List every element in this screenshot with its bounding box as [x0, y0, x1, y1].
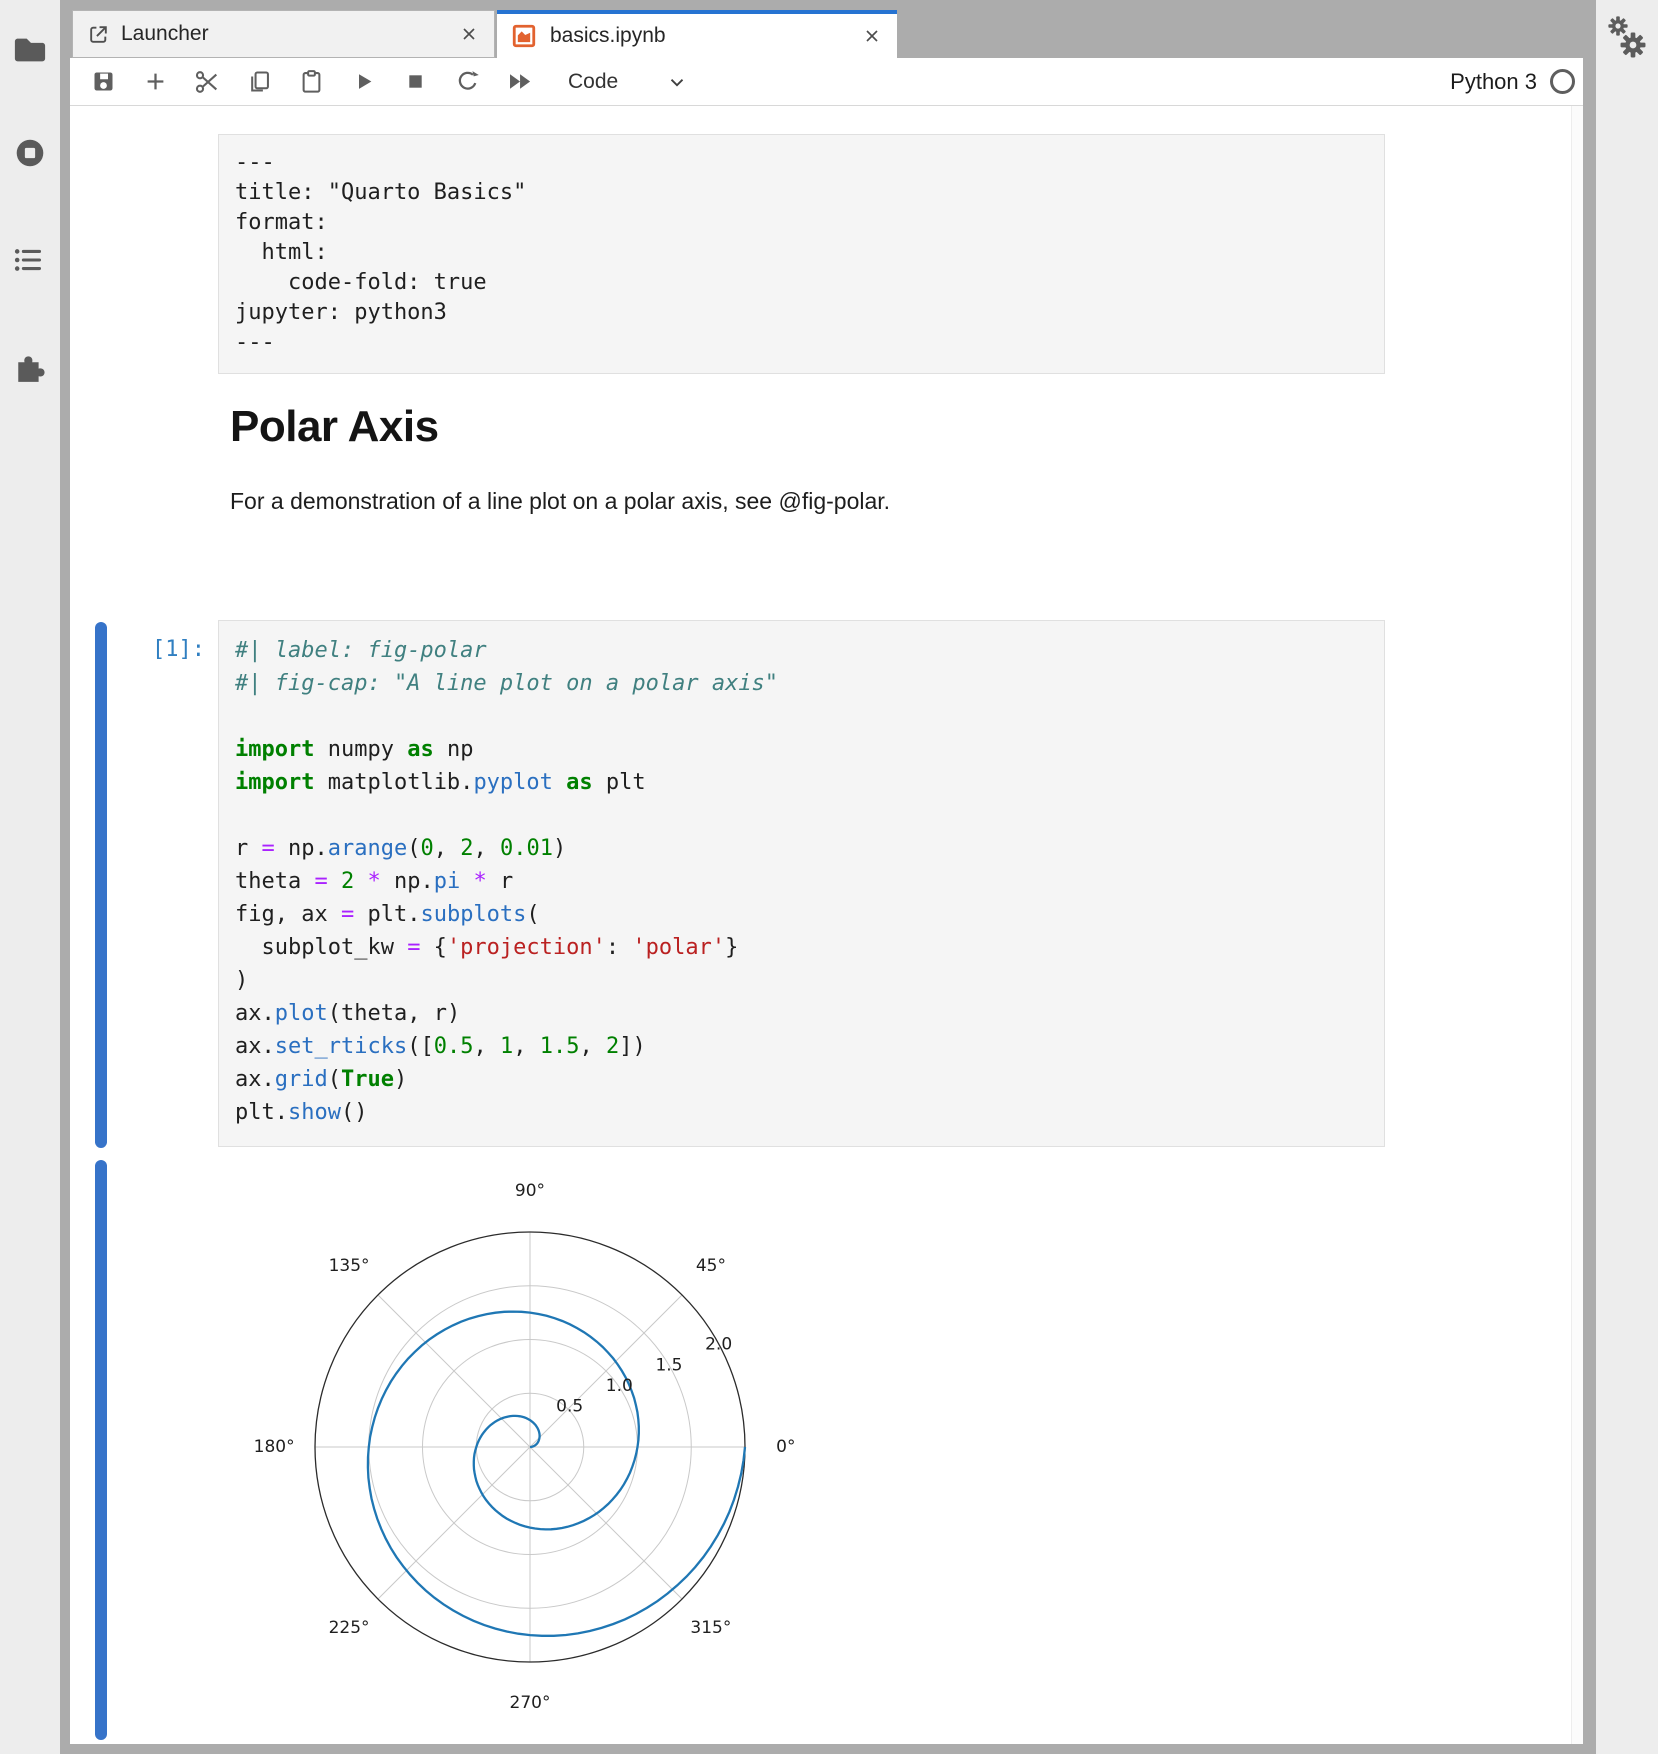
theta-tick-label: 45° — [696, 1256, 726, 1276]
save-button[interactable] — [88, 67, 118, 97]
main-dock-panel: Launcher basics.ipynb — [70, 10, 1583, 1744]
paste-cells-button[interactable] — [296, 67, 326, 97]
running-kernels-icon — [11, 134, 49, 172]
notebook-panel: ---title: "Quarto Basics"format: html: c… — [70, 106, 1583, 1744]
right-sidebar — [1596, 0, 1658, 1754]
close-tab-icon[interactable] — [458, 23, 480, 45]
code-line: ) — [235, 964, 1368, 997]
code-line: fig, ax = plt.subplots( — [235, 898, 1368, 931]
theta-tick-label: 90° — [515, 1181, 545, 1201]
running-kernels-tab[interactable] — [0, 131, 60, 175]
code-line: theta = 2 * np.pi * r — [235, 865, 1368, 898]
folder-icon — [11, 33, 49, 67]
notebook-toolbar: Code Python 3 — [70, 58, 1583, 106]
stop-icon — [402, 68, 429, 95]
property-inspector-gears-icon — [1603, 14, 1651, 64]
insert-cell-button[interactable] — [140, 67, 170, 97]
tab-bar: Launcher basics.ipynb — [70, 10, 1583, 58]
execution-count: [1]: — [105, 633, 205, 666]
cell-type-select[interactable]: Code — [568, 70, 688, 94]
yaml-line: format: — [235, 208, 1368, 238]
plus-icon — [142, 68, 169, 95]
cut-cells-button[interactable] — [192, 67, 222, 97]
property-inspector-tab[interactable] — [1603, 14, 1651, 69]
code-line: r = np.arange(0, 2, 0.01) — [235, 832, 1368, 865]
tab-title: basics.ipynb — [550, 24, 666, 48]
scrollbar-track[interactable] — [1571, 106, 1583, 1744]
polar-axes: 0° 45° 90° 135° 180° 225° 270° 315° 0.5 1.0 1.5 2.0 — [200, 1158, 860, 1743]
code-line: plt.show() — [235, 1096, 1368, 1129]
restart-icon — [454, 68, 481, 95]
r-tick-label: 0.5 — [556, 1396, 583, 1416]
table-of-contents-tab[interactable] — [0, 238, 60, 282]
code-line: ax.grid(True) — [235, 1063, 1368, 1096]
code-cell-input[interactable]: #| label: fig-polar#| fig-cap: "A line p… — [218, 620, 1385, 1147]
tab-title: Launcher — [121, 22, 209, 46]
launcher-icon — [87, 23, 110, 46]
theta-tick-label: 135° — [329, 1256, 370, 1276]
input-collapser[interactable] — [95, 622, 107, 1148]
theta-tick-label: 0° — [776, 1437, 795, 1457]
run-cell-button[interactable] — [348, 67, 378, 97]
markdown-heading: Polar Axis — [230, 402, 439, 452]
r-tick-label: 1.0 — [606, 1376, 633, 1396]
yaml-line: code-fold: true — [235, 268, 1368, 298]
r-tick-label: 2.0 — [705, 1335, 732, 1355]
yaml-line: title: "Quarto Basics" — [235, 178, 1368, 208]
code-line: #| fig-cap: "A line plot on a polar axis… — [235, 667, 1368, 700]
fast-forward-icon — [505, 68, 534, 95]
code-line: #| label: fig-polar — [235, 634, 1368, 667]
run-all-button[interactable] — [504, 67, 534, 97]
output-collapser[interactable] — [95, 1160, 107, 1740]
close-tab-icon[interactable] — [861, 25, 883, 47]
theta-tick-label: 315° — [690, 1618, 731, 1638]
table-of-contents-icon — [11, 241, 49, 279]
notebook-icon — [511, 23, 537, 49]
scissors-icon — [193, 68, 221, 96]
code-line: subplot_kw = {'projection': 'polar'} — [235, 931, 1368, 964]
yaml-line: jupyter: python3 — [235, 298, 1368, 328]
chevron-down-icon — [666, 71, 688, 93]
tab-launcher[interactable]: Launcher — [72, 10, 495, 58]
extensions-tab[interactable] — [0, 345, 60, 389]
restart-kernel-button[interactable] — [452, 67, 482, 97]
r-tick-label: 1.5 — [655, 1355, 682, 1375]
cell-output-polar-plot: 0° 45° 90° 135° 180° 225° 270° 315° 0.5 1.0 1.5 2.0 — [200, 1158, 860, 1743]
theta-tick-label: 225° — [329, 1618, 370, 1638]
code-line: import matplotlib.pyplot as plt — [235, 766, 1368, 799]
kernel-indicator: Python 3 — [1450, 69, 1575, 95]
copy-cells-button[interactable] — [244, 67, 274, 97]
kernel-status-icon[interactable] — [1550, 69, 1575, 94]
code-line: import numpy as np — [235, 733, 1368, 766]
left-sidebar — [0, 0, 60, 1754]
interrupt-kernel-button[interactable] — [400, 67, 430, 97]
theta-tick-label: 270° — [510, 1693, 551, 1713]
code-line: ax.plot(theta, r) — [235, 997, 1368, 1030]
save-icon — [90, 68, 117, 95]
tab-basics-ipynb[interactable]: basics.ipynb — [497, 10, 897, 58]
file-browser-tab[interactable] — [0, 28, 60, 72]
cell-type-value: Code — [568, 70, 618, 94]
yaml-line: --- — [235, 328, 1368, 358]
markdown-paragraph: For a demonstration of a line plot on a … — [230, 488, 890, 515]
puzzle-icon — [12, 349, 48, 385]
yaml-line: --- — [235, 148, 1368, 178]
run-icon — [350, 68, 377, 95]
code-line: ax.set_rticks([0.5, 1, 1.5, 2]) — [235, 1030, 1368, 1063]
code-line — [235, 700, 1368, 733]
clipboard-icon — [298, 68, 325, 95]
code-line — [235, 799, 1368, 832]
yaml-line: html: — [235, 238, 1368, 268]
copy-icon — [246, 68, 273, 95]
kernel-name: Python 3 — [1450, 69, 1537, 95]
raw-cell-yaml[interactable]: ---title: "Quarto Basics"format: html: c… — [218, 134, 1385, 374]
theta-tick-label: 180° — [254, 1437, 295, 1457]
